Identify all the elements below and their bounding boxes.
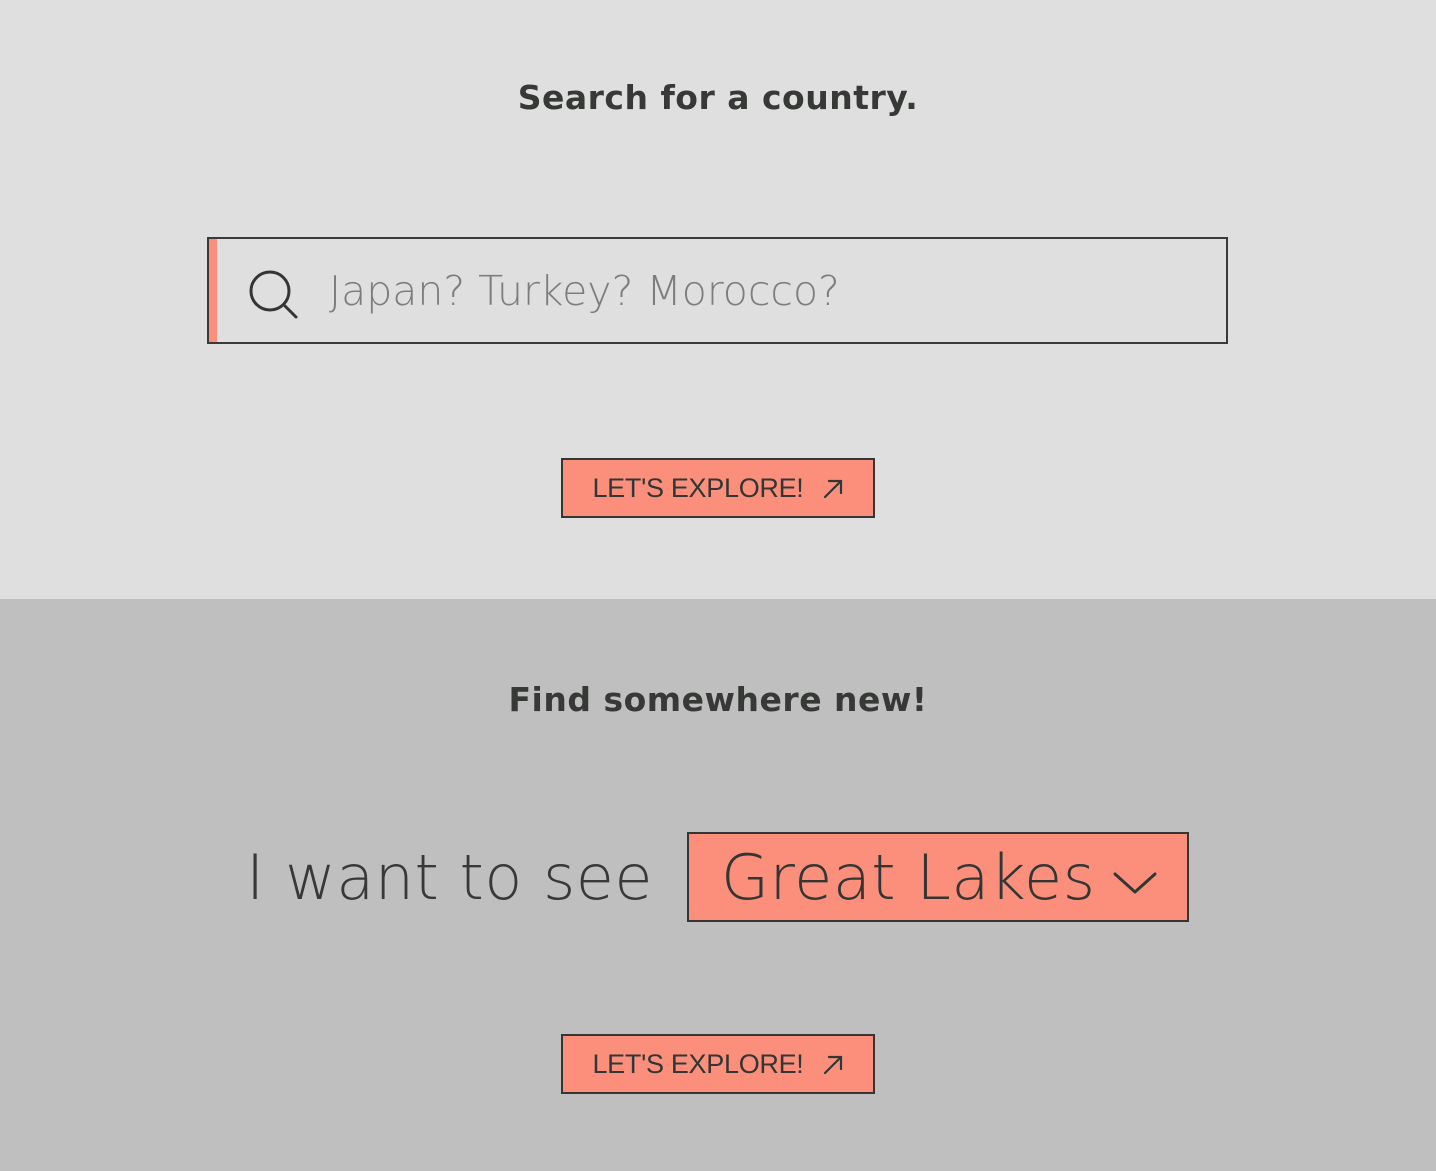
destination-dropdown[interactable]: Great Lakes xyxy=(687,832,1189,922)
search-heading: Search for a country. xyxy=(517,78,919,117)
destination-prompt: I want to see xyxy=(246,841,654,914)
search-section: Search for a country. LET'S EXPLORE! xyxy=(0,0,1436,599)
destination-dropdown-value: Great Lakes xyxy=(721,841,1096,914)
arrow-up-right-icon xyxy=(823,479,842,499)
arrow-up-right-icon xyxy=(823,1055,842,1075)
search-explore-label: LET'S EXPLORE! xyxy=(592,472,804,503)
search-icon xyxy=(249,270,298,319)
chevron-down-icon xyxy=(1113,872,1157,894)
search-accent-bar xyxy=(209,239,217,342)
find-heading: Find somewhere new! xyxy=(508,680,928,719)
find-explore-label: LET'S EXPLORE! xyxy=(592,1048,804,1079)
search-box[interactable] xyxy=(207,237,1228,344)
find-explore-button[interactable]: LET'S EXPLORE! xyxy=(561,1034,875,1094)
search-input[interactable] xyxy=(329,257,1189,325)
search-explore-button[interactable]: LET'S EXPLORE! xyxy=(561,458,875,518)
